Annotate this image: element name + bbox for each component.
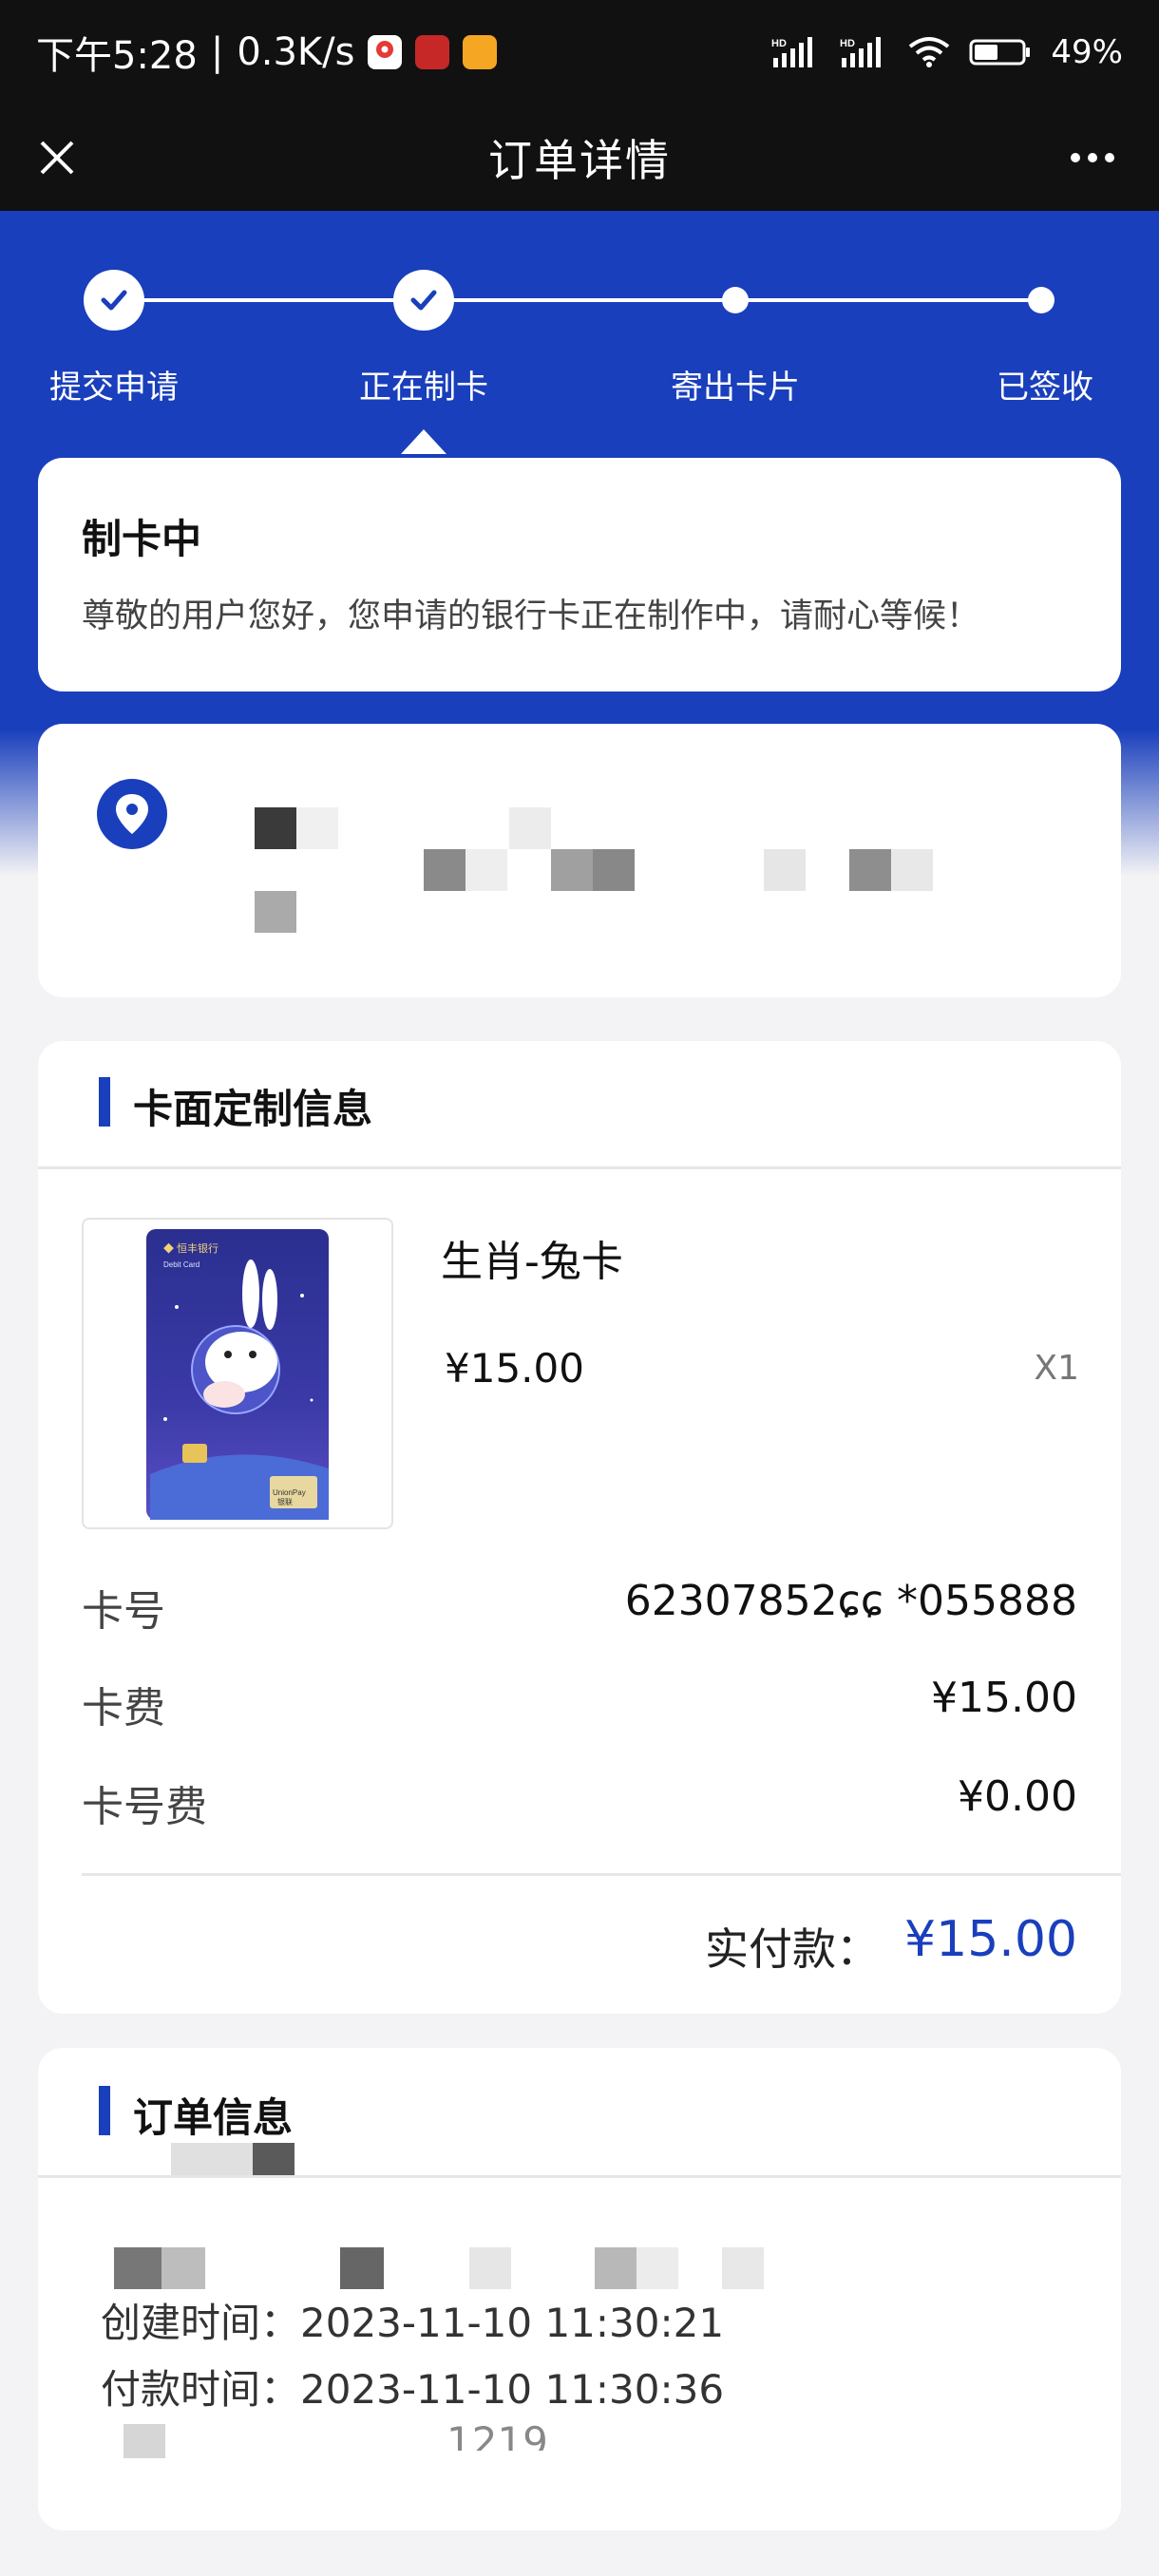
card-number-value: 62307852ɕɕ *055888 bbox=[624, 1577, 1077, 1625]
redacted-block bbox=[551, 849, 593, 891]
order-progress-steps: 提交申请 正在制卡 寄出卡片 已签收 bbox=[0, 211, 1159, 458]
redacted-block bbox=[424, 849, 466, 891]
card-thumbnail[interactable]: ◆ 恒丰银行 Debit Card UnionPay 银联 bbox=[82, 1218, 393, 1529]
rabbit-card-image: ◆ 恒丰银行 Debit Card UnionPay 银联 bbox=[146, 1229, 329, 1520]
redacted-block bbox=[891, 849, 933, 891]
redacted-block bbox=[114, 2247, 162, 2289]
wifi-icon bbox=[909, 37, 950, 67]
step-1-label: 提交申请 bbox=[49, 369, 179, 407]
status-title: 制卡中 bbox=[82, 516, 202, 562]
card-customization-section: 卡面定制信息 ◆ 恒丰银行 Debit Card UnionPay 银联 生肖-… bbox=[38, 1041, 1121, 2014]
step-2-label: 正在制卡 bbox=[359, 369, 488, 407]
number-fee-label: 卡号费 bbox=[82, 1783, 207, 1831]
product-name: 生肖-兔卡 bbox=[441, 1238, 623, 1286]
map-app-icon bbox=[368, 35, 403, 69]
svg-text:◆ 恒丰银行: ◆ 恒丰银行 bbox=[163, 1241, 218, 1255]
step-4-dot-icon bbox=[1028, 287, 1054, 313]
redacted-block bbox=[764, 849, 806, 891]
signal-2-icon: HD bbox=[840, 37, 882, 67]
created-time-row: 创建时间：2023-11-10 11:30:21 bbox=[101, 2291, 724, 2349]
redacted-block bbox=[636, 2247, 678, 2289]
paid-amount-label: 实付款： bbox=[705, 1923, 880, 1975]
paid-time-row: 付款时间：2023-11-10 11:30:36 bbox=[101, 2358, 724, 2415]
close-icon[interactable] bbox=[28, 129, 86, 186]
status-bar: 下午5:28 | 0.3K/s HD HD 49% bbox=[0, 0, 1159, 104]
step-2-check-icon bbox=[393, 270, 454, 331]
redacted-block bbox=[296, 807, 338, 849]
divider bbox=[82, 1873, 1121, 1876]
step-3-dot-icon bbox=[722, 287, 749, 313]
navigation-bar: 订单详情 bbox=[0, 104, 1159, 211]
divider bbox=[38, 1166, 1121, 1169]
redacted-block bbox=[595, 2247, 636, 2289]
partial-order-text: 1219 bbox=[446, 2418, 548, 2451]
order-info-section: 订单信息 创建时间：2023-11-10 11:30:21 付款时间：2023-… bbox=[38, 2048, 1121, 2530]
redacted-block bbox=[253, 2143, 294, 2175]
more-icon[interactable] bbox=[1054, 129, 1130, 186]
redacted-block bbox=[849, 849, 891, 891]
status-time: 下午5:28 bbox=[36, 34, 198, 78]
section-accent-bar bbox=[99, 1077, 110, 1127]
signal-1-icon: HD bbox=[771, 37, 813, 67]
location-pin-icon bbox=[97, 779, 167, 849]
step-3-label: 寄出卡片 bbox=[671, 369, 800, 407]
section-title: 卡面定制信息 bbox=[133, 1086, 373, 1132]
status-bar-left: 下午5:28 | 0.3K/s bbox=[36, 25, 498, 80]
redacted-block bbox=[593, 849, 635, 891]
created-time-value: 2023-11-10 11:30:21 bbox=[300, 2300, 725, 2346]
svg-text:UnionPay: UnionPay bbox=[273, 1488, 306, 1497]
section-accent-bar bbox=[99, 2086, 110, 2135]
photo-app-icon bbox=[463, 35, 498, 69]
battery-level: 49% bbox=[1051, 33, 1123, 71]
redacted-block bbox=[340, 2247, 384, 2289]
current-step-pointer bbox=[401, 429, 446, 454]
divider bbox=[38, 2175, 1121, 2178]
svg-text:Debit Card: Debit Card bbox=[163, 1260, 200, 1269]
redacted-block bbox=[162, 2247, 205, 2289]
battery-icon bbox=[969, 39, 1031, 66]
step-4-label: 已签收 bbox=[997, 369, 1093, 407]
status-card: 制卡中 尊敬的用户您好，您申请的银行卡正在制作中，请耐心等候！ bbox=[38, 458, 1121, 691]
redacted-block bbox=[466, 849, 507, 891]
redacted-block bbox=[255, 807, 296, 849]
status-separator: | bbox=[210, 30, 224, 74]
svg-text:HD: HD bbox=[840, 38, 855, 49]
network-speed: 0.3K/s bbox=[237, 30, 355, 74]
section-title: 订单信息 bbox=[133, 2094, 294, 2141]
shopping-app-icon bbox=[415, 35, 450, 69]
card-number-label: 卡号 bbox=[82, 1587, 165, 1636]
redacted-block bbox=[124, 2424, 165, 2458]
redacted-block bbox=[469, 2247, 511, 2289]
progress-line bbox=[114, 298, 1045, 302]
redacted-block bbox=[722, 2247, 764, 2289]
product-quantity: X1 bbox=[1034, 1349, 1079, 1388]
card-fee-label: 卡费 bbox=[82, 1684, 165, 1733]
status-message: 尊敬的用户您好，您申请的银行卡正在制作中，请耐心等候！ bbox=[82, 597, 980, 635]
card-fee-value: ¥15.00 bbox=[931, 1674, 1077, 1722]
redacted-block bbox=[255, 891, 296, 933]
address-card[interactable] bbox=[38, 724, 1121, 997]
svg-text:HD: HD bbox=[771, 38, 787, 49]
status-bar-right: HD HD 49% bbox=[771, 33, 1123, 71]
page-title: 订单详情 bbox=[488, 135, 671, 186]
created-time-label: 创建时间： bbox=[101, 2300, 301, 2346]
step-1-check-icon bbox=[84, 270, 144, 331]
redacted-block bbox=[509, 807, 551, 849]
product-price: ¥15.00 bbox=[445, 1345, 584, 1392]
paid-time-label: 付款时间： bbox=[101, 2366, 301, 2413]
svg-text:银联: 银联 bbox=[277, 1497, 293, 1506]
redacted-block bbox=[171, 2143, 253, 2175]
paid-amount-value: ¥15.00 bbox=[904, 1911, 1077, 1968]
paid-time-value: 2023-11-10 11:30:36 bbox=[300, 2366, 725, 2413]
number-fee-value: ¥0.00 bbox=[958, 1772, 1077, 1821]
